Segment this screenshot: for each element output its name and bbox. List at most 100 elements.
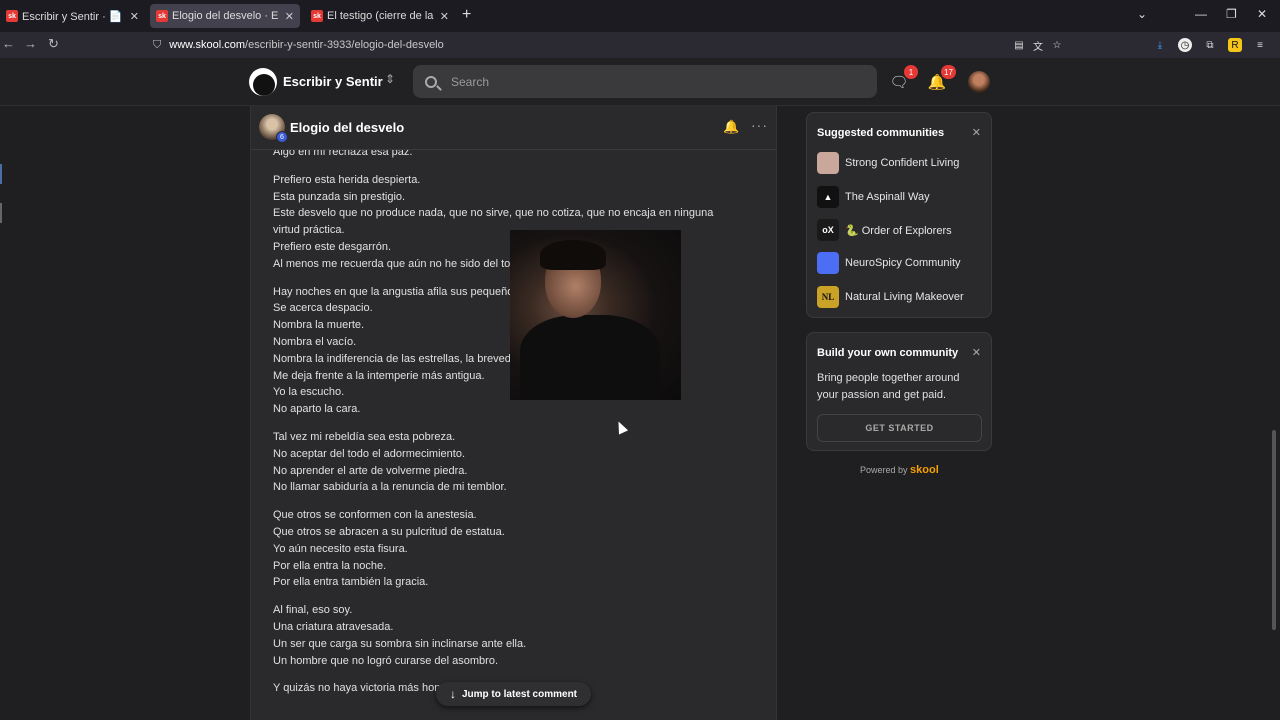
close-icon[interactable]: ✕ xyxy=(440,10,449,23)
community-item-label: NeuroSpicy Community xyxy=(845,257,961,269)
close-icon[interactable]: ✕ xyxy=(972,346,981,359)
community-item-label: The Aspinall Way xyxy=(845,191,930,203)
arrow-down-icon: ↓ xyxy=(449,687,456,701)
build-title: Build your own community xyxy=(817,347,959,359)
minimize-icon[interactable]: — xyxy=(1195,7,1207,21)
url-host: www.skool.com xyxy=(169,39,246,51)
notifications-badge: 17 xyxy=(941,65,956,79)
poem-line: Que otros se abracen a su pulcritud de e… xyxy=(273,525,505,538)
poem-stanza: Tal vez mi rebeldía sea esta pobreza. No … xyxy=(273,429,743,496)
community-thumb: ▲ xyxy=(817,186,839,208)
poem-line: Esta punzada sin prestigio. xyxy=(273,190,406,203)
poem-line: No aprender el arte de volverme piedra. xyxy=(273,464,468,477)
community-item-label: Natural Living Makeover xyxy=(845,291,964,303)
user-avatar[interactable] xyxy=(968,71,990,93)
poem-line: Un hombre que no logró curarse del asomb… xyxy=(273,654,499,667)
restore-icon[interactable]: ❐ xyxy=(1226,7,1237,21)
follow-bell-icon[interactable]: 🔔 xyxy=(723,119,739,135)
browser-tab-3[interactable]: sk El testigo (cierre de la saga de ✕ xyxy=(305,4,455,28)
browser-tab-bar: sk Escribir y Sentir · 📄 | Textos pr ✕ s… xyxy=(0,0,1280,32)
community-item[interactable]: NL Natural Living Makeover xyxy=(817,286,964,308)
build-community-card: Build your own community ✕ Bring people … xyxy=(806,332,992,451)
left-edge-indicator xyxy=(0,164,2,184)
skool-favicon-icon: sk xyxy=(6,10,18,22)
app-header: Escribir y Sentir ⇕ 🗨 1 🔔 17 xyxy=(0,58,1280,106)
build-text: Bring people together around your passio… xyxy=(817,372,960,401)
post-card: 6 Elogio del desvelo 🔔 ··· Algo en mí re… xyxy=(250,106,777,720)
community-switcher-icon[interactable]: ⇕ xyxy=(385,72,395,86)
site-info-icon[interactable]: ⛉ xyxy=(153,39,161,52)
more-options-icon[interactable]: ··· xyxy=(751,117,768,133)
poem-line: Por ella entra también la gracia. xyxy=(273,576,429,589)
browser-nav-bar: ← → ↻ ⛉ www.skool.com/escribir-y-sentir-… xyxy=(0,32,1280,58)
suggested-title: Suggested communities xyxy=(817,127,945,139)
page-scrollbar[interactable] xyxy=(1272,430,1276,630)
person-hair xyxy=(540,240,606,270)
author-level-badge: 6 xyxy=(276,131,288,143)
poem-line: Una criatura atravesada. xyxy=(273,620,394,633)
extension-r-icon[interactable]: R xyxy=(1228,38,1242,52)
close-icon[interactable]: ✕ xyxy=(972,126,981,139)
webcam-overlay xyxy=(510,230,681,400)
close-icon[interactable]: ✕ xyxy=(130,10,139,23)
search-input[interactable] xyxy=(451,74,851,89)
community-item[interactable]: ▲ The Aspinall Way xyxy=(817,186,930,208)
community-item[interactable]: NeuroSpicy Community xyxy=(817,252,961,274)
poem-line: Por ella entra la noche. xyxy=(273,559,387,572)
forward-icon[interactable]: → xyxy=(24,36,37,51)
person-body xyxy=(520,315,660,400)
tab-title: Elogio del desvelo · Escribir y Se xyxy=(172,10,279,22)
skool-brand: skool xyxy=(910,464,939,476)
poem-line: Yo aún necesito esta fisura. xyxy=(273,542,408,555)
browser-tab-2[interactable]: sk Elogio del desvelo · Escribir y Se ✕ xyxy=(150,4,300,28)
new-tab-icon[interactable]: + xyxy=(462,6,471,24)
post-header: 6 Elogio del desvelo 🔔 ··· xyxy=(251,106,776,150)
jump-label: Jump to latest comment xyxy=(461,688,578,700)
close-icon[interactable]: ✕ xyxy=(285,10,294,23)
community-item[interactable]: oX 🐍 Order of Explorers xyxy=(817,219,952,241)
window-close-icon[interactable]: ✕ xyxy=(1257,7,1267,21)
search-bar[interactable] xyxy=(413,65,877,98)
suggested-communities-card: Suggested communities ✕ Strong Confident… xyxy=(806,112,992,318)
poem-line: No aceptar del todo el adormecimiento. xyxy=(273,447,465,460)
poem-line: Que otros se conformen con la anestesia. xyxy=(273,509,477,522)
community-item-label: 🐍 Order of Explorers xyxy=(845,224,952,237)
community-item-label: Strong Confident Living xyxy=(845,157,960,169)
url-path: /escribir-y-sentir-3933/elogio-del-desve… xyxy=(245,39,444,51)
tab-list-icon[interactable]: ⌄ xyxy=(1137,7,1147,21)
search-icon xyxy=(425,75,437,88)
extension-clock-icon[interactable]: ◷ xyxy=(1178,38,1192,52)
back-icon[interactable]: ← xyxy=(2,36,15,51)
tab-title: El testigo (cierre de la saga de xyxy=(327,10,434,22)
menu-icon[interactable]: ≡ xyxy=(1253,38,1267,52)
poem-line: Un ser que carga su sombra sin inclinars… xyxy=(273,637,527,650)
poem-line: Al final, eso soy. xyxy=(273,604,353,617)
community-thumb xyxy=(817,152,839,174)
translate-icon[interactable]: 文 xyxy=(1031,38,1045,53)
powered-by[interactable]: Powered by skool xyxy=(860,464,939,476)
browser-tab-1[interactable]: sk Escribir y Sentir · 📄 | Textos pr ✕ xyxy=(0,4,145,28)
post-title: Elogio del desvelo xyxy=(290,120,405,135)
powered-by-label: Powered by xyxy=(860,465,908,475)
poem-stanza: Al final, eso soy. Una criatura atravesad… xyxy=(273,602,743,669)
community-item[interactable]: Strong Confident Living xyxy=(817,152,959,174)
chat-badge: 1 xyxy=(904,65,918,79)
get-started-button[interactable]: GET STARTED xyxy=(817,414,982,442)
community-thumb xyxy=(817,252,839,274)
poem-stanza: Que otros se conformen con la anestesia.… xyxy=(273,507,743,591)
reload-icon[interactable]: ↻ xyxy=(48,36,59,52)
bookmark-star-icon[interactable]: ☆ xyxy=(1050,38,1064,52)
extensions-puzzle-icon[interactable]: ⧉ xyxy=(1203,38,1217,52)
poem-line: No llamar sabiduría a la renuncia de mi … xyxy=(273,481,507,494)
skool-favicon-icon: sk xyxy=(311,10,323,22)
reader-view-icon[interactable]: ▤ xyxy=(1012,38,1026,52)
poem-line: Tal vez mi rebeldía sea esta pobreza. xyxy=(273,430,456,443)
community-thumb: oX xyxy=(817,219,839,241)
jump-to-latest-comment-button[interactable]: ↓ Jump to latest comment xyxy=(436,682,591,706)
post-body: Algo en mí rechaza esa paz. Prefiero esta… xyxy=(273,144,743,708)
address-bar[interactable]: ⛉ www.skool.com/escribir-y-sentir-3933/e… xyxy=(145,34,1075,56)
community-name[interactable]: Escribir y Sentir xyxy=(283,74,383,89)
community-logo-icon[interactable] xyxy=(249,68,277,96)
poem-line: No aparto la cara. xyxy=(273,403,361,416)
downloads-icon[interactable]: ⤓ xyxy=(1153,38,1167,52)
